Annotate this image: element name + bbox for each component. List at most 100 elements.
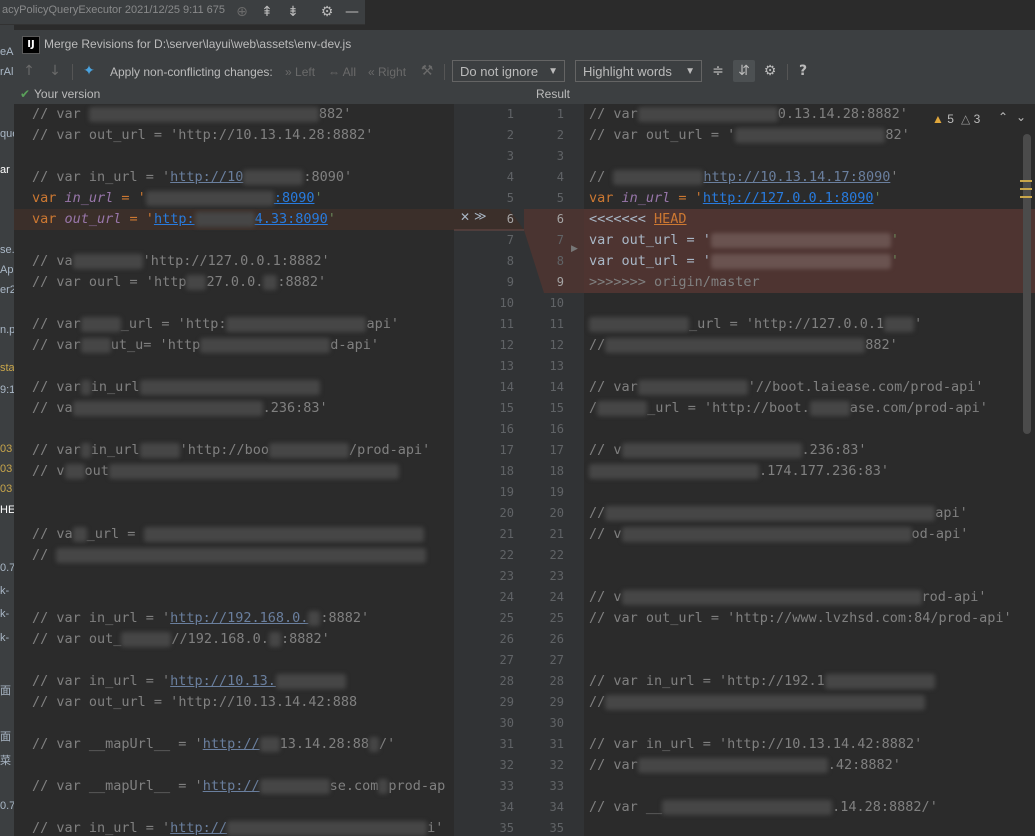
collapse-all-icon[interactable]: ⇟ (283, 2, 303, 22)
left-line-number: 7 (506, 233, 514, 247)
result-line-number: 15 (549, 401, 564, 415)
code-line: // var __mapUrl__ = 'http://se.com prod-a… (32, 778, 446, 794)
pane-headers: ✔ Your version Result (14, 86, 1035, 104)
left-line-number: 21 (499, 527, 514, 541)
minimize-icon[interactable]: — (342, 2, 362, 22)
bg-fragment: n.p (0, 324, 16, 336)
code-line: // var out_url = 'http://10.13.14.42:888 (32, 694, 358, 710)
ignore-dropdown-value: Do not ignore (460, 64, 539, 79)
left-line-number: 19 (499, 485, 514, 499)
code-line: // var __mapUrl__ = 'http://13.14.28:88/… (32, 736, 396, 752)
code-line: // var ut_u= 'http d-api' (32, 337, 379, 353)
left-line-number: 3 (506, 149, 514, 163)
left-pane-title: Your version (34, 87, 101, 101)
ignore-whitespace-dropdown[interactable]: Do not ignore ▼ (452, 60, 565, 82)
gear-icon[interactable]: ⚙ (317, 2, 337, 22)
left-line-number: 26 (499, 632, 514, 646)
your-version-pane[interactable]: // var 882' // var out_url = 'http://10.… (14, 104, 454, 836)
checkmark-icon: ✔ (20, 87, 31, 101)
left-line-number: 25 (499, 611, 514, 625)
magic-resolve-icon[interactable]: ✦ (78, 60, 100, 82)
result-line-number: 34 (549, 800, 564, 814)
result-pane[interactable]: // var 0.13.14.28:8882' // var out_url = … (584, 104, 1035, 836)
result-line-number: 31 (549, 737, 564, 751)
error-stripe-mark[interactable] (1020, 180, 1032, 182)
reject-change-icon[interactable]: ✕ (460, 210, 470, 224)
left-line-number: 32 (499, 758, 514, 772)
vertical-scrollbar[interactable] (1023, 134, 1031, 434)
result-line-number: 32 (549, 758, 564, 772)
code-line: // var in_url (32, 377, 320, 398)
error-stripe-mark[interactable] (1020, 196, 1032, 198)
left-line-number: 9 (506, 275, 514, 289)
result-line-number: 8 (556, 254, 564, 268)
weak-warning-icon: △ (961, 112, 971, 126)
code-line: // var '//boot.laiease.com/prod-api' (589, 379, 984, 395)
code-line: // (32, 545, 427, 566)
result-line-number: 30 (549, 716, 564, 730)
magic-wand-icon[interactable]: ⚒ (416, 60, 438, 82)
apply-left-label: Left (295, 65, 316, 79)
previous-change-arrow-icon[interactable]: ↑ (18, 60, 40, 82)
highlight-dropdown[interactable]: Highlight words ▼ (575, 60, 702, 82)
background-project-panel: quer eAll rAll ar se. Ap er2 n.p sta 9:1… (0, 0, 23, 836)
left-line-number: 15 (499, 401, 514, 415)
toolbar-separator (444, 64, 445, 80)
next-change-arrow-icon[interactable]: ↓ (44, 60, 66, 82)
apply-right-button[interactable]: « Right (368, 62, 406, 82)
bg-fragment: 03 (0, 463, 13, 475)
left-line-number: 12 (499, 338, 514, 352)
weak-warnings-indicator[interactable]: △ 3 (961, 112, 980, 126)
code-line: // va .236:83' (32, 400, 328, 416)
apply-all-label: All (342, 65, 357, 79)
result-pane-title: Result (536, 87, 571, 101)
chevron-down-icon[interactable]: ⌄ (1016, 110, 1026, 124)
bg-fragment: k- (0, 608, 10, 620)
bg-fragment: Ap (0, 264, 14, 276)
apply-left-button[interactable]: » Left (285, 62, 315, 82)
bg-fragment: 面 (0, 731, 11, 743)
left-line-number: 31 (499, 737, 514, 751)
result-line-number: 20 (549, 506, 564, 520)
settings-gear-icon[interactable]: ⚙ (759, 60, 781, 82)
bg-fragment: ar (0, 164, 10, 176)
code-line: // var in_url = 'http://10.13. (32, 671, 346, 692)
sync-scroll-icon[interactable]: ⇵ (733, 60, 755, 82)
intellij-logo-icon: IJ (22, 36, 40, 54)
code-line: // var in_url = 'http://192.1 (589, 671, 935, 692)
apply-right-label: Right (378, 65, 407, 79)
code-line: // var _url = 'http: api' (32, 316, 399, 332)
left-line-number: 16 (499, 422, 514, 436)
code-line: // var in_url = 'http://10.13.14.42:8882… (589, 736, 923, 752)
result-line-number: 19 (549, 485, 564, 499)
left-line-number: 8 (506, 254, 514, 268)
left-line-number: 34 (499, 800, 514, 814)
warnings-indicator[interactable]: ▲ 5 (932, 112, 954, 126)
code-line: // v rod-api' (589, 589, 987, 605)
crosshair-icon[interactable]: ⊕ (232, 2, 252, 22)
resolve-arrow-icon[interactable]: ▶ (571, 244, 578, 254)
result-line-number: 18 (549, 464, 564, 478)
expand-all-icon[interactable]: ⇞ (257, 2, 277, 22)
result-line-number: 4 (556, 170, 564, 184)
result-line-number: 6 (556, 212, 564, 226)
code-line: var out_url = 'http: 4.33:8090' (32, 211, 336, 227)
apply-all-button[interactable]: ⇔ All (328, 62, 356, 82)
code-line: // var out_url = 'http://www.lvzhsd.com:… (589, 610, 1012, 626)
result-line-number: 23 (549, 569, 564, 583)
code-line: // var in_url = 'http://10:8090' (32, 169, 353, 185)
result-line-number: 12 (549, 338, 564, 352)
result-line-number: 27 (549, 653, 564, 667)
error-stripe-mark[interactable] (1020, 188, 1032, 190)
code-line: // (589, 692, 926, 713)
warning-icon: ▲ (932, 112, 944, 126)
result-line-number: 10 (549, 296, 564, 310)
code-line: var in_url = 'http://127.0.0.1:8090' (589, 190, 882, 206)
bg-fragment: 03 (0, 483, 13, 495)
bg-fragment: 03 (0, 443, 13, 455)
help-button[interactable]: ? (792, 60, 814, 82)
collapse-unchanged-icon[interactable]: ≑ (707, 60, 729, 82)
chevron-down-icon: ▼ (685, 66, 695, 77)
result-line-number: 7 (556, 233, 564, 247)
chevron-up-icon[interactable]: ⌃ (998, 110, 1008, 124)
